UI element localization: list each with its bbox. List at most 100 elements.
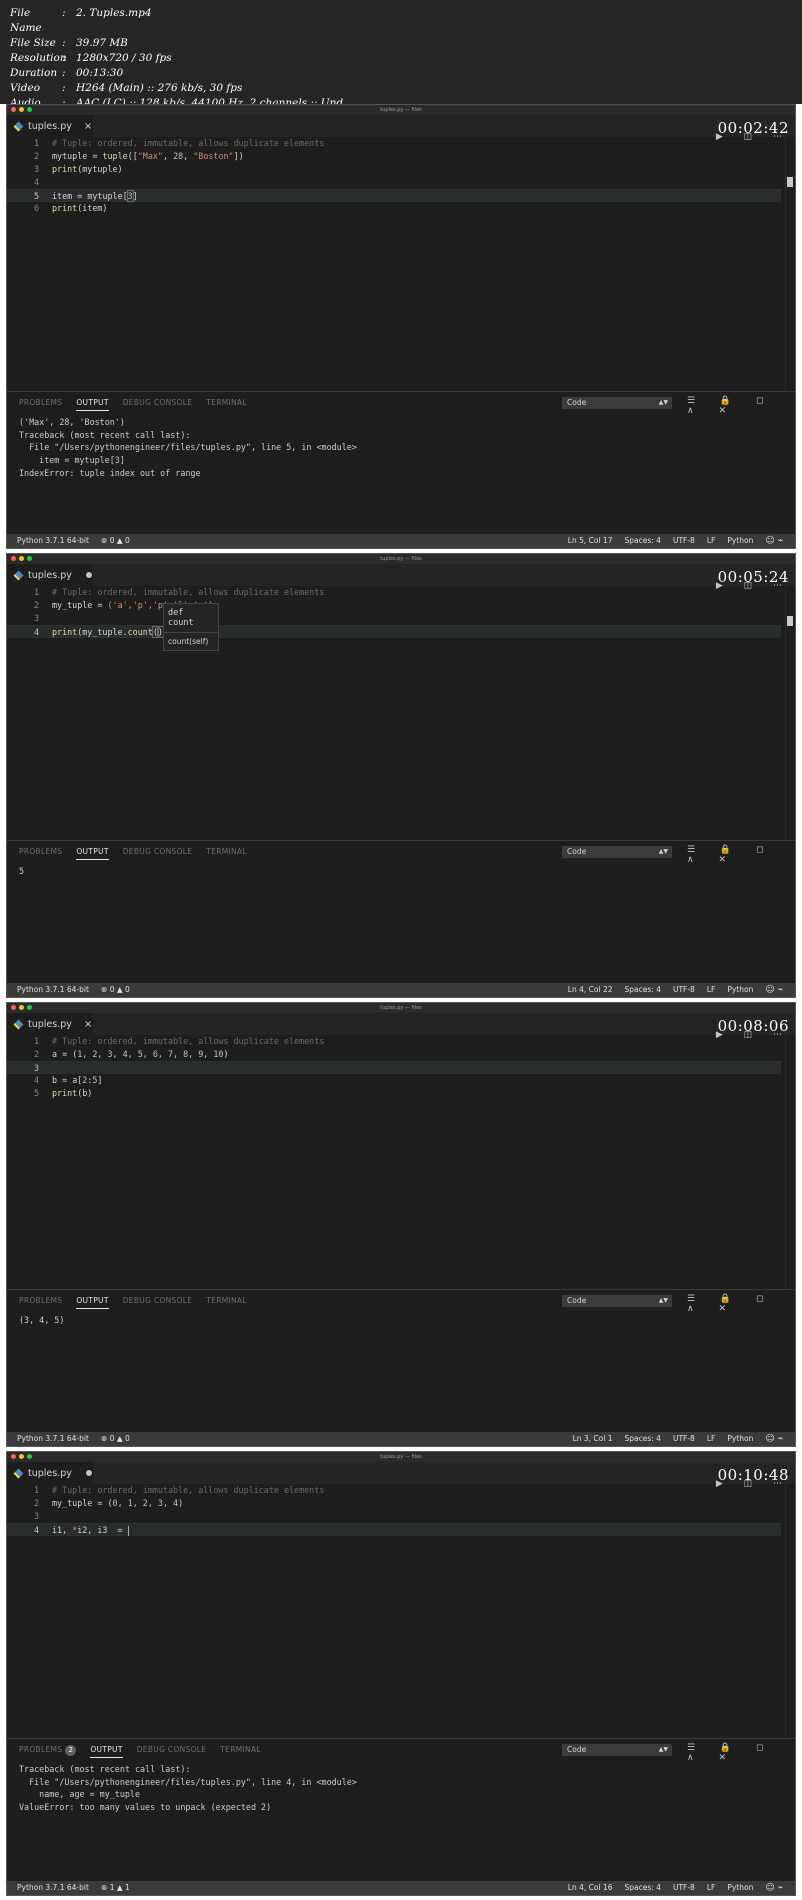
code-line: 6 print(item): [33, 203, 108, 213]
output-channel-select[interactable]: Code ▲▼: [562, 1295, 672, 1307]
chevron-updown-icon: ▲▼: [658, 399, 668, 406]
tab-problems[interactable]: PROBLEMS: [19, 846, 62, 860]
panel-tabs: PROBLEMS OUTPUT DEBUG CONSOLE TERMINAL: [19, 397, 261, 411]
tab-output[interactable]: OUTPUT: [76, 397, 109, 411]
chevron-updown-icon: ▲▼: [658, 1297, 668, 1304]
code-line: 3: [33, 1511, 39, 1521]
code-editor[interactable]: 1 # Tuple: ordered, immutable, allows dup…: [7, 1035, 795, 1289]
line-ending[interactable]: LF: [707, 983, 716, 997]
panel-actions[interactable]: ☰ 🔒 ◻ ∧ ✕: [687, 396, 795, 416]
code-line: 1 # Tuple: ordered, immutable, allows dup…: [33, 1036, 325, 1046]
problems-summary[interactable]: ⊗ 1 ▲ 1: [101, 1881, 130, 1895]
tab-debug-console[interactable]: DEBUG CONSOLE: [137, 1744, 207, 1758]
tab-problems[interactable]: PROBLEMS: [19, 397, 62, 411]
unsaved-dot-icon[interactable]: [85, 572, 92, 578]
code-line: 4b = a[2:5]: [33, 1075, 103, 1085]
tab-output[interactable]: OUTPUT: [90, 1744, 123, 1758]
status-bar: Python 3.7.1 64-bit ⊗ 0 ▲ 0 Ln 4, Col 22…: [7, 983, 795, 997]
feedback-icon[interactable]: ☺ ⌁: [765, 534, 783, 548]
interpreter-selector[interactable]: Python 3.7.1 64-bit: [17, 534, 89, 548]
tab-terminal[interactable]: TERMINAL: [206, 846, 247, 860]
tab-tuples-py[interactable]: tuples.py ×: [7, 115, 93, 137]
panel-actions[interactable]: ☰ 🔒 ◻ ∧ ✕: [687, 1743, 795, 1763]
tab-debug-console[interactable]: DEBUG CONSOLE: [123, 1295, 193, 1309]
cursor-position[interactable]: Ln 4, Col 16: [568, 1881, 613, 1895]
tab-terminal[interactable]: TERMINAL: [206, 1295, 247, 1309]
language-mode[interactable]: Python: [727, 534, 753, 548]
output-panel: PROBLEMS OUTPUT DEBUG CONSOLE TERMINAL C…: [7, 840, 795, 964]
tab-tuples-py[interactable]: tuples.py ×: [7, 1013, 93, 1035]
language-mode[interactable]: Python: [727, 1432, 753, 1446]
tab-terminal[interactable]: TERMINAL: [206, 397, 247, 411]
indentation[interactable]: Spaces: 4: [625, 1881, 661, 1895]
editor-scrollbar[interactable]: [785, 137, 795, 391]
panel-actions[interactable]: ☰ 🔒 ◻ ∧ ✕: [687, 845, 795, 865]
problems-summary[interactable]: ⊗ 0 ▲ 0: [101, 983, 130, 997]
code-line-current: 4 i1, *i2, i3 =: [7, 1523, 781, 1536]
editor-tab-bar: tuples.py × 00:08:06 ▶ ◫ ⋯: [7, 1013, 795, 1040]
editor-scrollbar[interactable]: [785, 1484, 795, 1738]
indentation[interactable]: Spaces: 4: [625, 1432, 661, 1446]
python-file-icon: [13, 121, 24, 131]
encoding[interactable]: UTF-8: [673, 1432, 695, 1446]
meta-duration: Duration:00:13:30: [10, 67, 124, 79]
editor-tab-bar: tuples.py 00:10:48 ▶ ◫ ⋯: [7, 1462, 795, 1489]
panel-actions[interactable]: ☰ 🔒 ◻ ∧ ✕: [687, 1294, 795, 1314]
encoding[interactable]: UTF-8: [673, 983, 695, 997]
output-channel-select[interactable]: Code ▲▼: [562, 397, 672, 409]
tab-output[interactable]: OUTPUT: [76, 1295, 109, 1309]
tab-terminal[interactable]: TERMINAL: [220, 1744, 261, 1758]
interpreter-selector[interactable]: Python 3.7.1 64-bit: [17, 983, 89, 997]
tab-output[interactable]: OUTPUT: [76, 846, 109, 860]
interpreter-selector[interactable]: Python 3.7.1 64-bit: [17, 1881, 89, 1895]
indentation[interactable]: Spaces: 4: [625, 983, 661, 997]
problems-count-badge: 2: [65, 1745, 77, 1756]
warning-icon: ▲: [116, 536, 123, 545]
scroll-thumb[interactable]: [787, 616, 793, 626]
scroll-thumb[interactable]: [787, 177, 793, 187]
code-editor[interactable]: 1 # Tuple: ordered, immutable, allows dup…: [7, 586, 795, 840]
cursor-position[interactable]: Ln 4, Col 22: [568, 983, 613, 997]
encoding[interactable]: UTF-8: [673, 534, 695, 548]
language-mode[interactable]: Python: [727, 1881, 753, 1895]
editor-scrollbar[interactable]: [785, 586, 795, 840]
code-line: 2 mytuple = tuple(["Max", 28, "Boston"]): [33, 151, 244, 161]
code-line: 2 my_tuple = (0, 1, 2, 3, 4): [33, 1498, 184, 1508]
interpreter-selector[interactable]: Python 3.7.1 64-bit: [17, 1432, 89, 1446]
python-file-icon: [13, 1468, 24, 1478]
tab-tuples-py[interactable]: tuples.py: [7, 1462, 93, 1484]
close-tab-icon[interactable]: ×: [84, 1019, 92, 1030]
encoding[interactable]: UTF-8: [673, 1881, 695, 1895]
panel-tabs: PROBLEMS OUTPUT DEBUG CONSOLE TERMINAL: [19, 846, 261, 860]
tab-debug-console[interactable]: DEBUG CONSOLE: [123, 846, 193, 860]
tab-problems[interactable]: PROBLEMS: [19, 1295, 62, 1309]
unsaved-dot-icon[interactable]: [85, 1470, 92, 1476]
output-channel-select[interactable]: Code ▲▼: [562, 846, 672, 858]
line-ending[interactable]: LF: [707, 1432, 716, 1446]
tab-problems[interactable]: PROBLEMS 2: [19, 1744, 77, 1758]
cursor-position[interactable]: Ln 5, Col 17: [568, 534, 613, 548]
cursor-position[interactable]: Ln 3, Col 1: [573, 1432, 613, 1446]
tab-tuples-py[interactable]: tuples.py: [7, 564, 93, 586]
editor-scrollbar[interactable]: [785, 1035, 795, 1289]
indentation[interactable]: Spaces: 4: [625, 534, 661, 548]
meta-resolution: Resolution:1280x720 / 30 fps: [10, 52, 172, 64]
feedback-icon[interactable]: ☺ ⌁: [765, 1432, 783, 1446]
close-tab-icon[interactable]: ×: [84, 121, 92, 132]
line-ending[interactable]: LF: [707, 534, 716, 548]
code-editor[interactable]: 1 # Tuple: ordered, immutable, allows dup…: [7, 137, 795, 391]
problems-summary[interactable]: ⊗ 0 ▲ 0: [101, 534, 130, 548]
error-icon: ⊗: [101, 536, 108, 545]
problems-summary[interactable]: ⊗ 0 ▲ 0: [101, 1432, 130, 1446]
output-channel-select[interactable]: Code ▲▼: [562, 1744, 672, 1756]
meta-file-size: File Size:39.97 MB: [10, 37, 128, 49]
output-text: Traceback (most recent call last): File …: [19, 1764, 357, 1813]
tab-label: tuples.py: [28, 1018, 72, 1030]
feedback-icon[interactable]: ☺ ⌁: [765, 1881, 783, 1895]
code-editor[interactable]: 1 # Tuple: ordered, immutable, allows dup…: [7, 1484, 795, 1738]
language-mode[interactable]: Python: [727, 983, 753, 997]
line-ending[interactable]: LF: [707, 1881, 716, 1895]
signature-hover-popup: def count count(self): [163, 603, 219, 651]
feedback-icon[interactable]: ☺ ⌁: [765, 983, 783, 997]
tab-debug-console[interactable]: DEBUG CONSOLE: [123, 397, 193, 411]
